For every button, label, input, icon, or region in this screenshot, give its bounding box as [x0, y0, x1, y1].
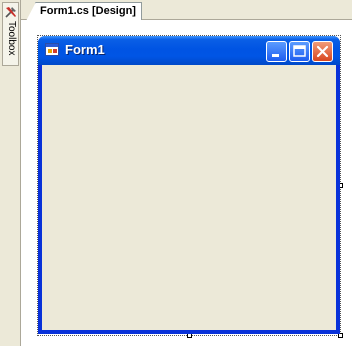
maximize-button[interactable]	[289, 41, 310, 62]
form-titlebar[interactable]: Form1	[38, 36, 340, 65]
form-client-area[interactable]	[42, 65, 336, 330]
minimize-icon	[272, 54, 279, 57]
maximize-icon	[293, 45, 306, 57]
toolbox-tab[interactable]: Toolbox	[2, 2, 19, 66]
toolbox-strip: Toolbox	[0, 0, 21, 346]
form-window[interactable]: Form1	[38, 36, 340, 334]
tab-form1-design[interactable]: Form1.cs [Design]	[26, 2, 142, 21]
toolbox-icon	[5, 7, 16, 18]
minimize-button[interactable]	[266, 41, 287, 62]
form-title: Form1	[65, 42, 105, 57]
document-tab-bar: Form1.cs [Design]	[21, 0, 352, 21]
form-icon	[45, 43, 59, 56]
close-button[interactable]	[312, 41, 333, 62]
toolbox-label: Toolbox	[6, 21, 17, 56]
close-icon	[316, 45, 329, 58]
